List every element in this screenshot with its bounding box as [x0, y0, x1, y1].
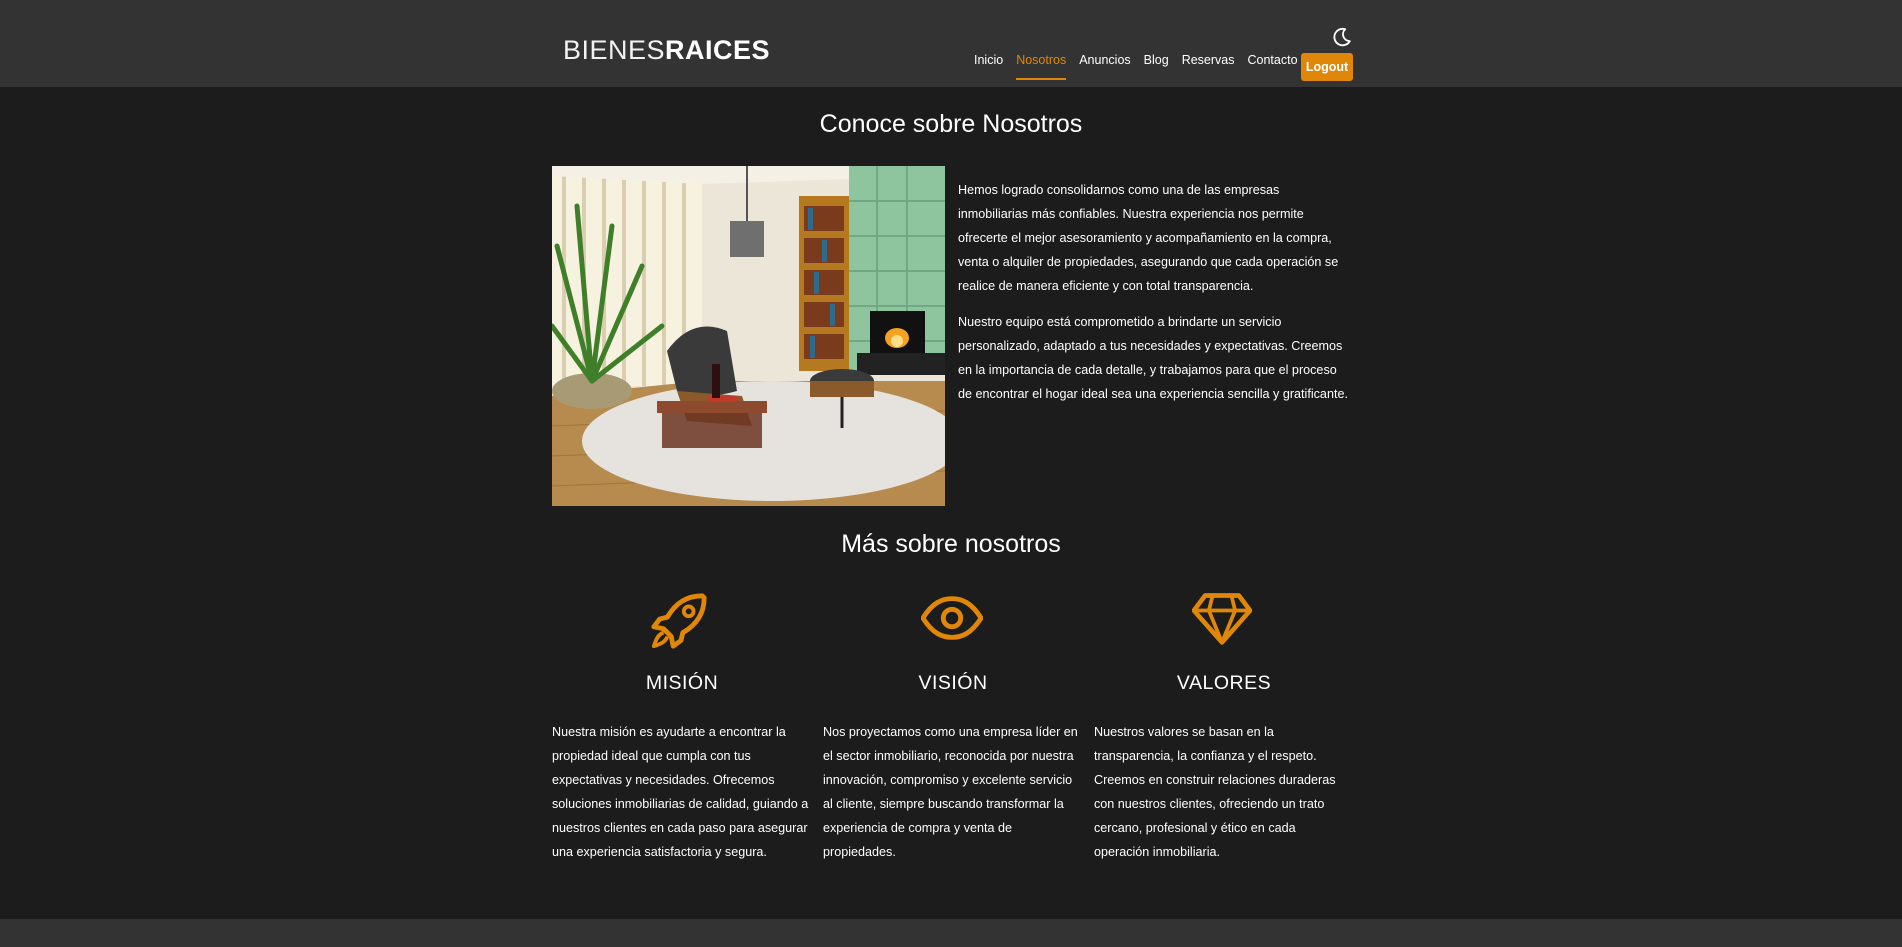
values-text: Nuestros valores se basan en la transpar… [1094, 725, 1336, 859]
nav-item-blog[interactable]: Blog [1144, 53, 1169, 80]
logo-bold-text: RAICES [665, 35, 771, 65]
moon-icon[interactable] [1331, 26, 1353, 48]
about-paragraph-1: Hemos logrado consolidarnos como una de … [958, 183, 1339, 293]
nav-item-anuncios[interactable]: Anuncios [1079, 53, 1130, 80]
vision-title: VISIÓN [918, 672, 988, 694]
nav-item-nosotros[interactable]: Nosotros [1016, 53, 1067, 80]
living-room-illustration [552, 166, 945, 506]
logo-light-text: BIENES [563, 35, 666, 65]
nav-item-reservas[interactable]: Reservas [1182, 53, 1235, 80]
about-paragraph-2: Nuestro equipo está comprometido a brind… [958, 315, 1348, 401]
site-footer [0, 919, 1902, 947]
vision-text: Nos proyectamos como una empresa líder e… [823, 725, 1078, 859]
site-logo[interactable]: BIENESRAICES [563, 34, 770, 66]
eye-icon [921, 596, 983, 640]
values-title: VALORES [1176, 672, 1272, 694]
diamond-icon [1192, 593, 1252, 645]
logout-button[interactable]: Logout [1301, 53, 1353, 81]
rocket-icon [651, 593, 707, 649]
more-title: Más sobre nosotros [841, 530, 1061, 558]
nav-item-contacto[interactable]: Contacto [1247, 53, 1297, 80]
nav-item-inicio[interactable]: Inicio [974, 53, 1003, 80]
mission-title: MISIÓN [645, 672, 719, 694]
about-text: Hemos logrado consolidarnos como una de … [958, 178, 1352, 418]
site-header: BIENESRAICES Inicio Nosotros Anuncios Bl… [0, 0, 1902, 87]
living-room-photo [552, 166, 945, 506]
about-title: Conoce sobre Nosotros [819, 110, 1083, 138]
main-nav: Inicio Nosotros Anuncios Blog Reservas C… [974, 53, 1311, 87]
mission-text: Nuestra misión es ayudarte a encontrar l… [552, 725, 809, 859]
